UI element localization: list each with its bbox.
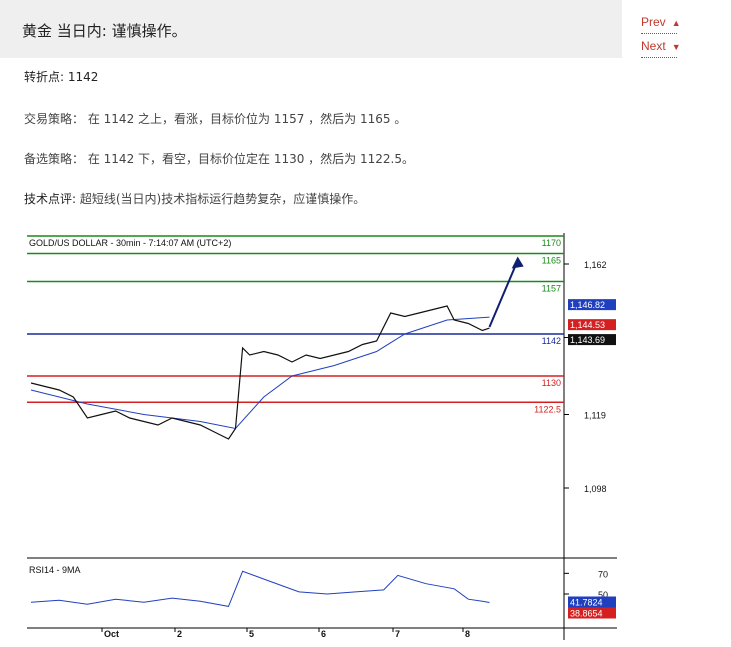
triangle-up-icon: ▲ — [671, 18, 681, 28]
x-tick-label: 7 — [395, 629, 400, 639]
level-label-1122.5: 1122.5 — [534, 404, 561, 414]
x-tick-label: 2 — [177, 629, 182, 639]
alt-strategy-label: 备选策略： — [24, 152, 85, 166]
comment-line: 技术点评: 超短线(当日内)技术指标运行趋势复杂，应谨慎操作。 — [24, 190, 365, 207]
level-label-1142: 1142 — [542, 336, 561, 346]
pivot-label: 转折点: — [24, 70, 65, 84]
prev-label: Prev — [641, 15, 666, 29]
x-tick-label: 8 — [465, 629, 470, 639]
strategy-line: 交易策略： 在 1142 之上，看涨，目标价位为 1157 ，然后为 1165 … — [24, 110, 406, 127]
triangle-down-icon: ▼ — [671, 42, 681, 52]
price-tag-label: 1,144.53 — [570, 320, 605, 330]
level-label-1130: 1130 — [542, 378, 561, 388]
y-tick-label: 1,098 — [584, 484, 607, 494]
pager: Prev ▲ Next ▼ — [641, 12, 681, 60]
strategy-label: 交易策略： — [24, 112, 85, 126]
level-label-1157: 1157 — [542, 284, 561, 294]
next-link[interactable]: Next ▼ — [641, 36, 681, 58]
rsi-tag-label: 41.7824 — [570, 597, 603, 607]
alt-strategy-line: 备选策略： 在 1142 下，看空，目标价位定在 1130 ，然后为 1122.… — [24, 150, 414, 167]
x-tick-label: 5 — [249, 629, 254, 639]
alt-strategy-text: 在 1142 下，看空，目标价位定在 1130 ，然后为 1122.5。 — [87, 152, 414, 166]
level-label-1165: 1165 — [542, 256, 561, 266]
x-tick-label: Oct — [104, 629, 119, 639]
price-tag-label: 1,146.82 — [570, 300, 605, 310]
rsi-tick-label: 70 — [598, 569, 608, 579]
header-bar: 黄金 当日内: 谨慎操作。 — [0, 0, 622, 58]
gold-chart: GOLD/US DOLLAR - 30min - 7:14:07 AM (UTC… — [27, 233, 617, 640]
level-label-1170: 1170 — [542, 238, 561, 248]
page-title: 黄金 当日内: 谨慎操作。 — [22, 22, 187, 40]
y-tick-label: 1,162 — [584, 260, 607, 270]
pivot-line: 转折点: 1142 — [24, 68, 98, 85]
pivot-value: 1142 — [67, 70, 99, 84]
chart-title: GOLD/US DOLLAR - 30min - 7:14:07 AM (UTC… — [29, 238, 231, 248]
prev-link[interactable]: Prev ▲ — [641, 12, 681, 34]
comment-label: 技术点评: — [24, 192, 77, 206]
strategy-text: 在 1142 之上，看涨，目标价位为 1157 ，然后为 1165 。 — [87, 112, 407, 126]
y-tick-label: 1,119 — [584, 411, 606, 421]
x-tick-label: 6 — [321, 629, 326, 639]
comment-text: 超短线(当日内)技术指标运行趋势复杂，应谨慎操作。 — [79, 192, 366, 206]
rsi-tag-label: 38.8654 — [570, 609, 603, 619]
price-tag-label: 1,143.69 — [570, 335, 605, 345]
next-label: Next — [641, 39, 666, 53]
chart-svg: GOLD/US DOLLAR - 30min - 7:14:07 AM (UTC… — [27, 233, 617, 640]
rsi-title: RSI14 - 9MA — [29, 565, 81, 575]
